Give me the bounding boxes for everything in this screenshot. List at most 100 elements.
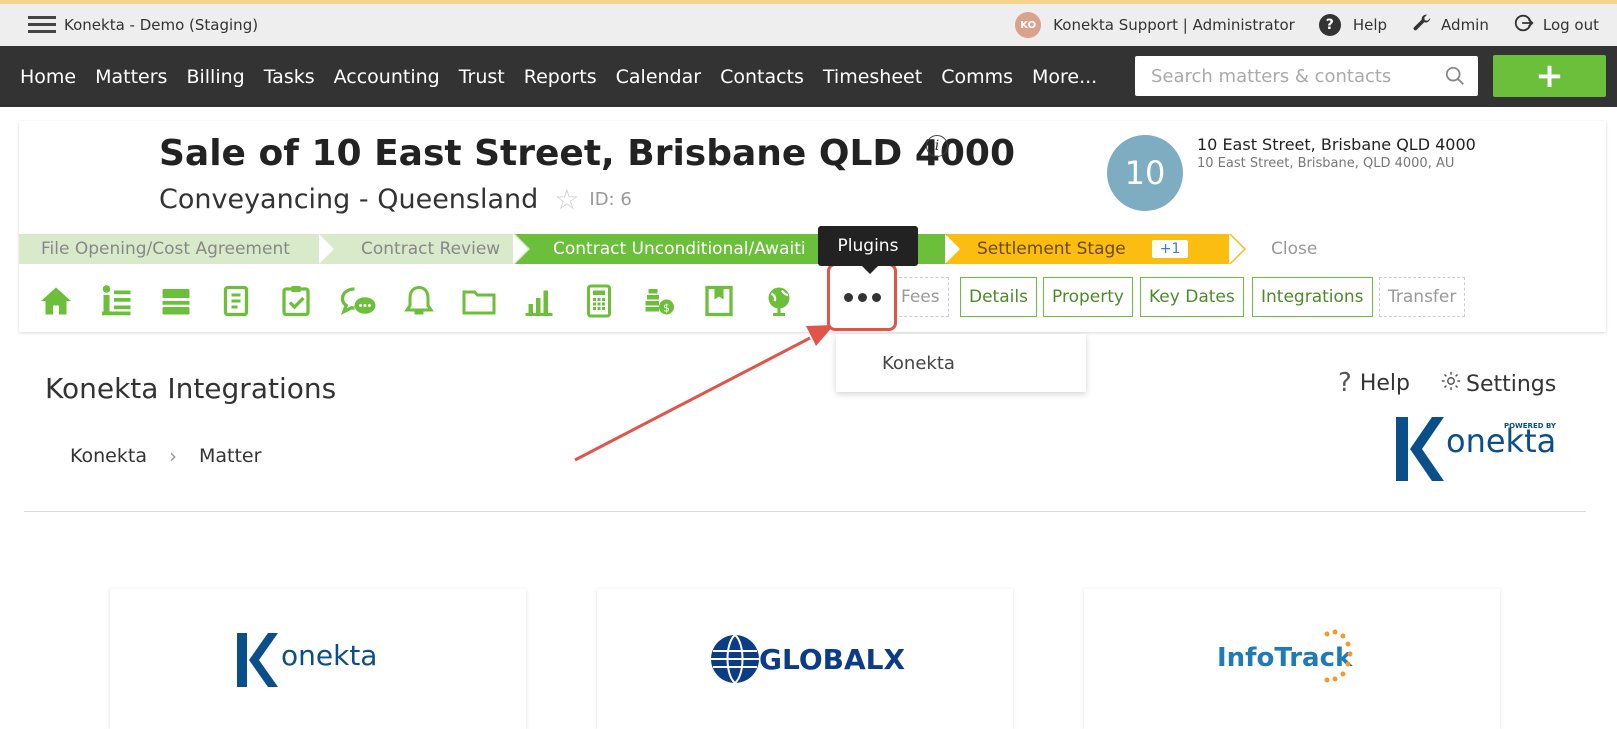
avatar: KO (1015, 12, 1042, 38)
matter-toolbar: $ Fees Details Property Key Dates Integr… (19, 271, 1606, 321)
star-icon[interactable]: ☆ (554, 183, 579, 216)
matter-header-card: Sale of 10 East Street, Brisbane QLD 400… (19, 121, 1606, 332)
app-title[interactable]: Konekta - Demo (Staging) (28, 16, 258, 34)
svg-text:$: $ (663, 303, 670, 315)
document-icon[interactable] (216, 281, 256, 321)
more-icon (843, 292, 881, 302)
stage-settlement[interactable]: Settlement Stage +1 (947, 234, 1246, 264)
nav-more[interactable]: More... (1032, 66, 1097, 88)
nav-contacts[interactable]: Contacts (720, 66, 804, 88)
top-bar: Konekta - Demo (Staging) KO Konekta Supp… (0, 0, 1617, 46)
property-address-full: 10 East Street, Brisbane, QLD 4000, AU (1197, 156, 1455, 171)
user-menu[interactable]: KO Konekta Support | Administrator (1015, 12, 1295, 38)
admin-link[interactable]: Admin (1411, 12, 1489, 39)
nav-home[interactable]: Home (20, 66, 76, 88)
layers-icon[interactable] (156, 281, 196, 321)
nav-timesheet[interactable]: Timesheet (823, 66, 922, 88)
help-label: Help (1359, 370, 1410, 396)
matter-number-badge: 10 (1107, 135, 1183, 211)
logout-label: Log out (1542, 16, 1599, 34)
main-nav: Home Matters Billing Tasks Accounting Tr… (0, 46, 1617, 107)
stage-label: Settlement Stage (977, 239, 1126, 259)
divider (24, 511, 1586, 512)
stage-label: Close (1271, 239, 1318, 259)
nav-reports[interactable]: Reports (524, 66, 597, 88)
app-title-label: Konekta - Demo (Staging) (64, 16, 259, 34)
search-icon[interactable] (1444, 65, 1466, 87)
list-icon[interactable] (97, 281, 137, 321)
stage-count-badge[interactable]: +1 (1151, 240, 1189, 258)
nav-calendar[interactable]: Calendar (616, 66, 701, 88)
calculator-icon[interactable] (579, 281, 619, 321)
nav-accounting[interactable]: Accounting (334, 66, 440, 88)
gear-icon (1440, 370, 1462, 398)
tab-details[interactable]: Details (960, 277, 1037, 317)
tab-transfer[interactable]: Transfer (1379, 277, 1466, 317)
stage-bar: File Opening/Cost Agreement Contract Rev… (19, 234, 1606, 264)
search-input[interactable] (1151, 65, 1431, 87)
top-right-links: KO Konekta Support | Administrator ? Hel… (991, 12, 1599, 39)
stage-close[interactable]: Close (1231, 234, 1606, 264)
stage-contract-review[interactable]: Contract Review (321, 234, 530, 264)
breadcrumb-matter: Matter (198, 445, 262, 467)
breadcrumb-konekta[interactable]: Konekta (70, 445, 147, 467)
matter-type: Conveyancing - Queensland (159, 184, 539, 215)
infotrack-wordmark: InfoTrack (1217, 643, 1353, 673)
globe-icon[interactable] (759, 281, 799, 321)
infotrack-logo: InfoTrack (1217, 629, 1353, 683)
help-icon: ? (1318, 14, 1341, 36)
coins-icon[interactable]: $ (639, 281, 679, 321)
page-title: Konekta Integrations (45, 372, 337, 405)
home-icon[interactable] (36, 281, 76, 321)
nav-comms[interactable]: Comms (941, 66, 1013, 88)
tab-integrations[interactable]: Integrations (1252, 277, 1373, 317)
nav-matters[interactable]: Matters (95, 66, 167, 88)
wrench-icon (1411, 12, 1433, 39)
integration-card-infotrack[interactable]: InfoTrack (1084, 589, 1500, 729)
stage-label: Contract Unconditional/Awaiti (553, 239, 806, 259)
tab-property[interactable]: Property (1043, 277, 1133, 317)
matter-subtitle: Conveyancing - Queensland ☆ ID: 6 (159, 183, 632, 216)
nav-billing[interactable]: Billing (186, 66, 244, 88)
info-icon[interactable]: i (926, 135, 948, 157)
add-button[interactable]: + (1493, 55, 1606, 97)
search-box (1135, 56, 1478, 96)
help-label: Help (1352, 16, 1388, 34)
integrations-settings-link[interactable]: Settings (1440, 370, 1556, 398)
breadcrumb: Konekta › Matter (70, 444, 261, 468)
tab-fees[interactable]: Fees (899, 277, 949, 317)
stage-label: File Opening/Cost Agreement (41, 239, 290, 259)
konekta-wordmark: onekta (1446, 422, 1556, 460)
bookmark-icon[interactable] (699, 281, 739, 321)
tab-key-dates[interactable]: Key Dates (1140, 277, 1244, 317)
powered-by-konekta-logo: POWERED BY onekta (1396, 416, 1561, 482)
chart-icon[interactable] (519, 281, 559, 321)
globalx-wordmark: GLOBALX (759, 643, 905, 676)
chat-icon[interactable] (339, 281, 379, 321)
user-label: Konekta Support | Administrator (1053, 16, 1295, 34)
stage-label: Contract Review (361, 239, 501, 259)
matter-title: Sale of 10 East Street, Brisbane QLD 400… (159, 133, 1016, 174)
plugins-dropdown: Konekta (836, 334, 1086, 392)
nav-tasks[interactable]: Tasks (264, 66, 315, 88)
question-icon: ? (1338, 368, 1352, 398)
help-link[interactable]: ? Help (1318, 14, 1388, 36)
nav-trust[interactable]: Trust (459, 66, 505, 88)
globalx-logo: GLOBALX (711, 634, 905, 684)
konekta-logo: onekta (237, 633, 377, 687)
integration-card-konekta[interactable]: onekta (110, 589, 526, 729)
matter-id: ID: 6 (589, 189, 632, 210)
integration-card-globalx[interactable]: GLOBALX (597, 589, 1013, 729)
dropdown-item-konekta[interactable]: Konekta (882, 353, 955, 374)
folder-icon[interactable] (459, 281, 499, 321)
logout-link[interactable]: Log out (1513, 12, 1599, 39)
stage-file-opening[interactable]: File Opening/Cost Agreement (19, 234, 336, 264)
property-address[interactable]: 10 East Street, Brisbane QLD 4000 (1197, 135, 1476, 154)
checklist-icon[interactable] (276, 281, 316, 321)
integrations-help-link[interactable]: ? Help (1338, 368, 1410, 398)
admin-label: Admin (1441, 16, 1489, 34)
bell-icon[interactable] (399, 281, 439, 321)
konekta-card-wordmark: onekta (281, 639, 377, 672)
logout-icon (1513, 12, 1535, 39)
menu-icon[interactable] (28, 16, 56, 34)
